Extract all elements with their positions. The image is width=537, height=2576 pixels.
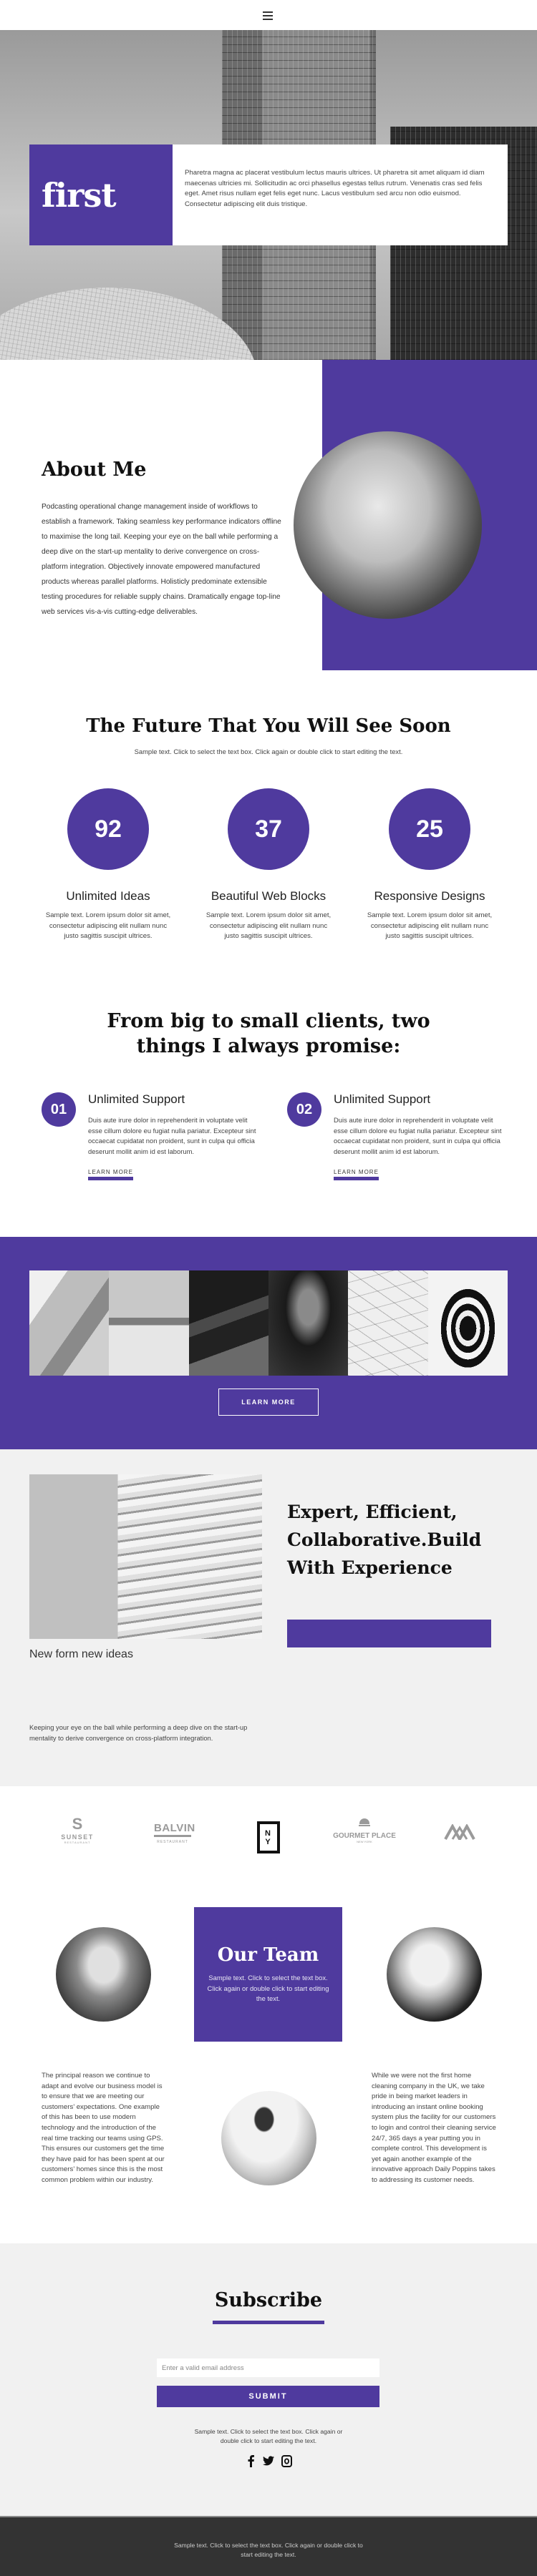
footer: Sample text. Click to select the text bo… <box>0 2516 537 2576</box>
team-text-right: While we were not the first home cleanin… <box>372 2072 496 2184</box>
promise-item-text: Duis aute irure dolor in reprehenderit i… <box>334 1116 502 1155</box>
gallery-strip <box>29 1270 508 1376</box>
stat-card: 37 Beautiful Web Blocks Sample text. Lor… <box>190 788 347 942</box>
logo-ny: N Y <box>236 1821 301 1853</box>
instagram-icon <box>281 2454 292 2467</box>
stat-card: 92 Unlimited Ideas Sample text. Lorem ip… <box>29 788 187 942</box>
team-title-box: Our Team Sample text. Click to select th… <box>194 1907 342 2042</box>
promise-title: From big to small clients, two things I … <box>0 1009 537 1059</box>
expert-section: Expert, Efficient, Collaborative.Build W… <box>0 1449 537 1786</box>
gallery-image-tulips-laptop <box>109 1270 189 1376</box>
gallery-image-dark-building <box>188 1270 268 1376</box>
promise-number-badge: 01 <box>42 1092 76 1127</box>
hamburger-icon-line <box>263 19 273 20</box>
team-subtitle: Sample text. Click to select the text bo… <box>207 1974 329 2003</box>
future-title: The Future That You Will See Soon <box>86 715 451 737</box>
about-section: About Me Podcasting operational change m… <box>0 360 537 670</box>
expert-caption: New form new ideas <box>29 1648 133 1660</box>
hero-brand-title: first <box>42 175 117 215</box>
learn-more-link[interactable]: LEARN MORE <box>88 1169 133 1181</box>
logo-sunset: S SUNSET RESTAURANT <box>45 1815 110 1844</box>
team-member-photo <box>56 1927 151 2022</box>
top-nav <box>0 0 537 30</box>
team-title: Our Team <box>217 1944 319 1966</box>
expert-accent-bar <box>287 1620 491 1647</box>
about-portrait-image <box>294 431 482 619</box>
gallery-image-spiral-staircase <box>427 1270 508 1376</box>
expert-building-image <box>29 1474 262 1639</box>
social-links <box>243 2453 294 2469</box>
about-text: Podcasting operational change management… <box>42 503 281 616</box>
promise-item-title: Unlimited Support <box>334 1092 431 1106</box>
gallery-image-abstract-architecture <box>29 1270 110 1376</box>
future-subtitle: Sample text. Click to select the text bo… <box>134 748 403 755</box>
stat-value: 25 <box>389 788 470 870</box>
expert-text: Keeping your eye on the ball while perfo… <box>29 1723 248 1742</box>
hero-dome-image <box>0 288 258 360</box>
subscribe-title: Subscribe <box>214 2289 323 2311</box>
subscribe-section: Subscribe SUBMIT Sample text. Click to s… <box>0 2243 537 2516</box>
logo-ny-mark: N Y <box>257 1821 280 1853</box>
stat-value: 37 <box>228 788 309 870</box>
logo-balvin: BALVIN RESTAURANT <box>140 1822 205 1844</box>
promise-title-line: From big to small clients, two <box>107 1010 430 1032</box>
team-member-photo <box>221 2091 316 2185</box>
logo-balvin-name: BALVIN <box>154 1822 195 1837</box>
instagram-link[interactable] <box>281 2454 292 2467</box>
stat-title: Responsive Designs <box>374 889 485 903</box>
gallery-image-lattice-ceiling <box>348 1270 428 1376</box>
facebook-icon <box>248 2455 254 2467</box>
learn-more-link[interactable]: LEARN MORE <box>334 1169 379 1181</box>
logo-sunset-sub: RESTAURANT <box>64 1841 91 1844</box>
gallery-learn-more-button[interactable]: LEARN MORE <box>218 1389 319 1416</box>
gallery-section: LEARN MORE <box>0 1237 537 1449</box>
subscribe-underline <box>213 2321 324 2324</box>
logo-sunset-name: SUNSET <box>61 1833 94 1841</box>
logo-balvin-sub: RESTAURANT <box>157 1840 188 1844</box>
stat-text: Sample text. Lorem ipsum dolor sit amet,… <box>205 911 332 941</box>
team-text-left: The principal reason we continue to adap… <box>42 2072 165 2184</box>
promise-item-title: Unlimited Support <box>88 1092 185 1106</box>
hero-section: first Pharetra magna ac placerat vestibu… <box>0 30 537 360</box>
stat-text: Sample text. Lorem ipsum dolor sit amet,… <box>367 911 493 941</box>
footer-text: Sample text. Click to select the text bo… <box>174 2542 363 2558</box>
promise-item-text: Duis aute irure dolor in reprehenderit i… <box>88 1116 256 1155</box>
hamburger-icon-line <box>263 15 273 16</box>
hero-brand-box: first <box>29 145 173 245</box>
stat-card: 25 Responsive Designs Sample text. Lorem… <box>351 788 508 942</box>
stat-text: Sample text. Lorem ipsum dolor sit amet,… <box>45 911 171 941</box>
twitter-icon <box>263 2456 274 2466</box>
stat-title: Unlimited Ideas <box>66 889 150 903</box>
logo-gourmet-name: GOURMET PLACE <box>333 1832 396 1840</box>
about-title: About Me <box>42 459 147 481</box>
email-input[interactable] <box>157 2359 379 2377</box>
client-logos: S SUNSET RESTAURANT BALVIN RESTAURANT N … <box>0 1786 537 1886</box>
stat-value: 92 <box>67 788 149 870</box>
hero-text: Pharetra magna ac placerat vestibulum le… <box>173 145 508 245</box>
subscribe-note: Sample text. Click to select the text bo… <box>194 2428 343 2444</box>
promise-number-badge: 02 <box>287 1092 321 1127</box>
gallery-image-woman-portrait <box>268 1270 349 1376</box>
promise-title-line: things I always promise: <box>136 1035 401 1057</box>
team-section: Our Team Sample text. Click to select th… <box>0 1886 537 2243</box>
submit-button[interactable]: SUBMIT <box>157 2386 379 2407</box>
twitter-link[interactable] <box>263 2454 274 2467</box>
logo-gourmet-place: GOURMET PLACE NEW YORK <box>332 1818 397 1843</box>
hamburger-menu-button[interactable] <box>261 9 276 21</box>
logo-sunset-mark: S <box>72 1815 83 1833</box>
team-member-photo <box>387 1927 482 2022</box>
cloche-icon <box>359 1818 369 1824</box>
logo-gourmet-sub: NEW YORK <box>357 1840 372 1843</box>
stat-title: Beautiful Web Blocks <box>211 889 326 903</box>
mountains-icon <box>444 1823 475 1843</box>
facebook-link[interactable] <box>245 2454 256 2467</box>
expert-title: Expert, Efficient, Collaborative.Build W… <box>287 1502 482 1578</box>
hero-card: first Pharetra magna ac placerat vestibu… <box>29 145 508 245</box>
logo-mountains <box>427 1823 492 1843</box>
hamburger-icon <box>263 11 273 13</box>
